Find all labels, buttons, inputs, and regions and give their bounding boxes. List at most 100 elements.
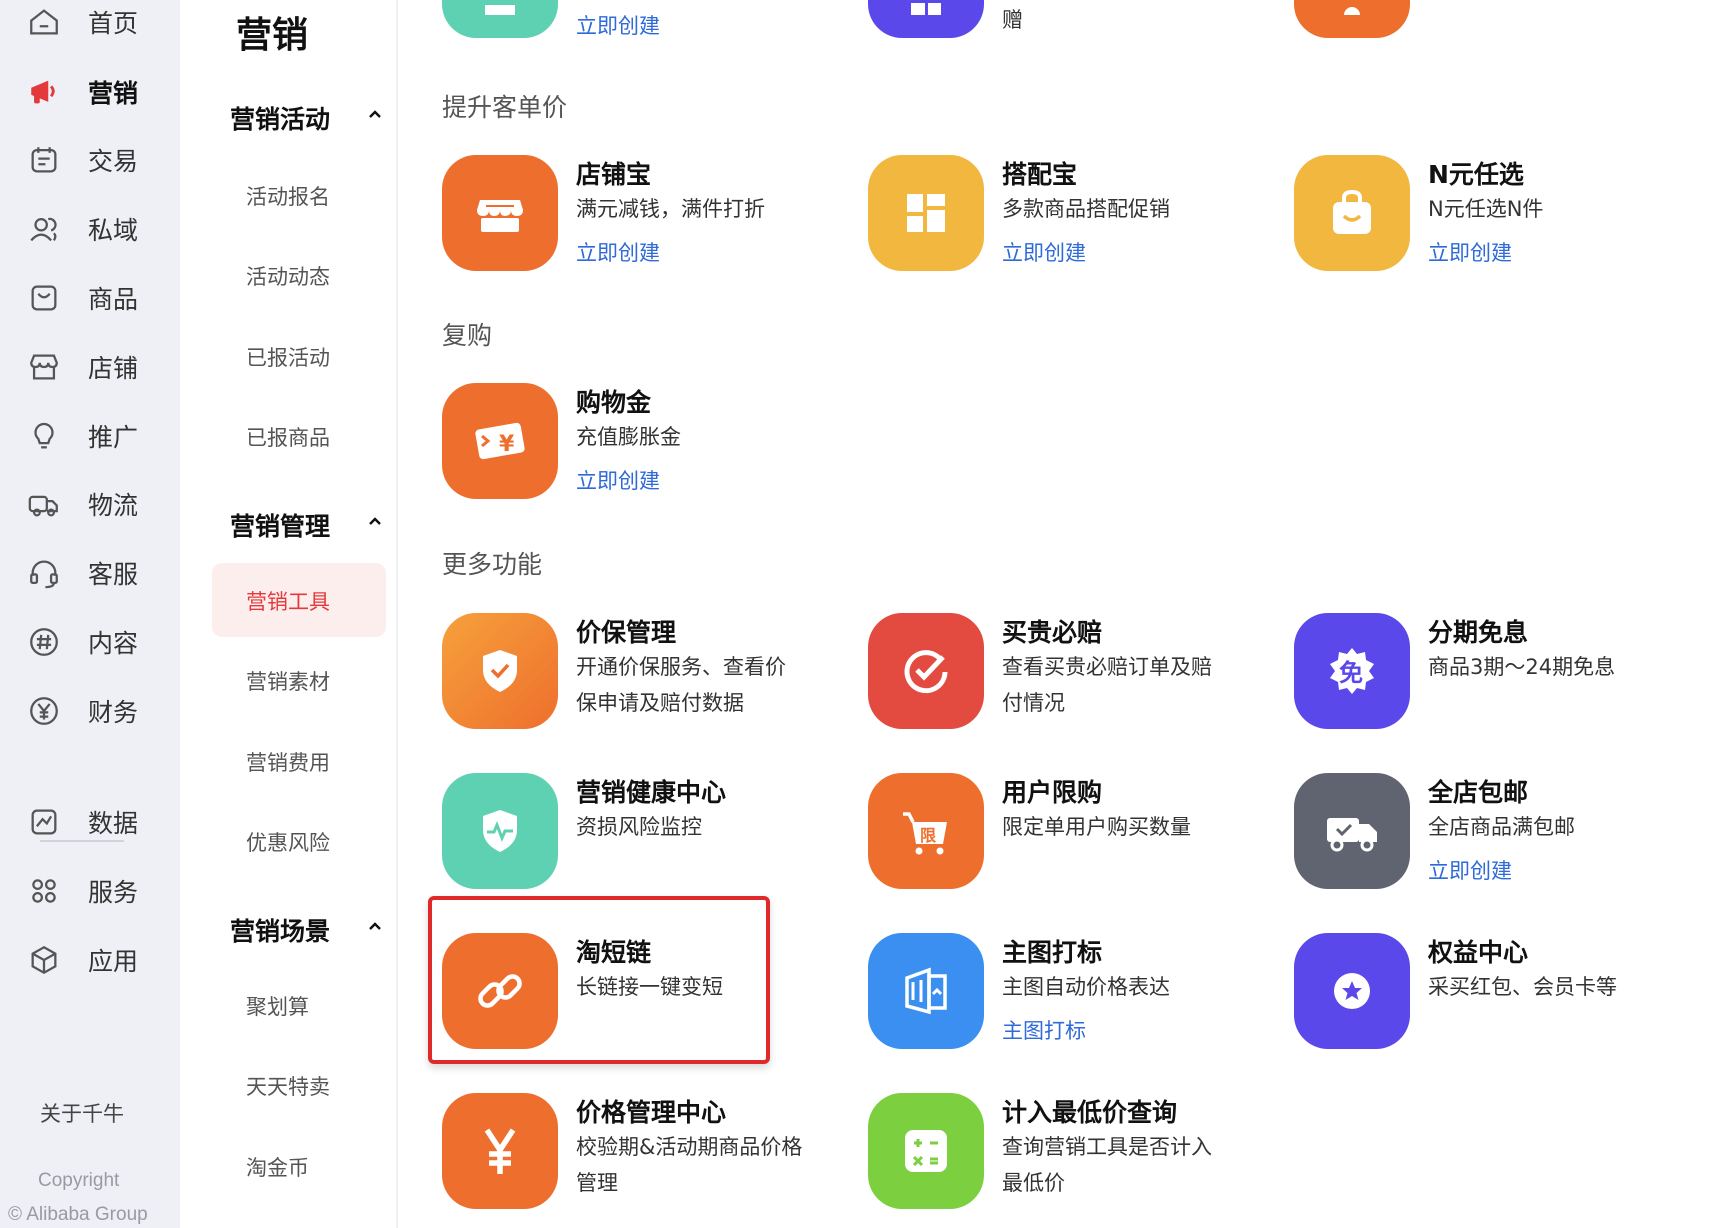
submenu-item-costs[interactable]: 营销费用 (246, 747, 330, 777)
tool-tile (1294, 0, 1410, 38)
submenu-item-joined-goods[interactable]: 已报商品 (246, 422, 330, 452)
star-badge-icon (1334, 973, 1370, 1009)
tool-tile (442, 0, 558, 38)
tool-card-nyuan[interactable]: N元任选 N元任选N件 立即创建 (1294, 155, 1714, 275)
submenu-item-signup[interactable]: 活动报名 (246, 181, 330, 211)
submenu-item-tiantian[interactable]: 天天特卖 (246, 1071, 330, 1101)
coupon-icon (1344, 7, 1360, 15)
nav-item-marketing[interactable]: 营销 (0, 62, 180, 122)
nav-label: 首页 (88, 9, 139, 38)
tool-card-zhutu[interactable]: 主图打标 主图自动价格表达 主图打标 (868, 933, 1288, 1053)
nav-item-home[interactable]: 首页 (0, 0, 180, 52)
submenu-item-juhuasuan[interactable]: 聚划算 (246, 991, 309, 1021)
tool-card-gouwujin[interactable]: ¥ 购物金 充值膨胀金 立即创建 (442, 383, 862, 503)
tool-tile (868, 155, 984, 271)
tool-card-dianpubao[interactable]: 店铺宝 满元减钱，满件打折 立即创建 (442, 155, 862, 275)
shopping-bag-icon (1333, 189, 1371, 234)
secondary-nav: 营销 营销活动 活动报名 活动动态 已报活动 已报商品 营销管理 营销工具 营销… (180, 0, 398, 1228)
tool-card-duanlian[interactable]: 淘短链 长链接一键变短 (442, 933, 862, 1053)
tool-card-quanyi[interactable]: 权益中心 采买红包、会员卡等 (1294, 933, 1714, 1053)
shield-check-icon (483, 650, 517, 692)
submenu-item-marketing-tools[interactable]: 营销工具 (246, 586, 330, 616)
tool-card-zuidi[interactable]: 计入最低价查询 查询营销工具是否计入最低价 (868, 1093, 1288, 1213)
tool-card-jiankang[interactable]: 营销健康中心 资损风险监控 (442, 773, 862, 893)
create-link[interactable]: 立即创建 (576, 237, 660, 267)
tool-tile (442, 613, 558, 729)
submenu-item-materials[interactable]: 营销素材 (246, 666, 330, 696)
svg-text:免: 免 (1339, 659, 1363, 687)
grid-icon (26, 873, 62, 909)
nav-item-trade[interactable]: 交易 (0, 130, 180, 190)
submenu-item-activity-news[interactable]: 活动动态 (246, 261, 330, 291)
nav-label: 交易 (88, 147, 139, 176)
tool-desc: 多款商品搭配促销 (1002, 197, 1170, 221)
tool-name: 买贵必赔 (1002, 618, 1103, 647)
create-link[interactable]: 立即创建 (576, 465, 660, 495)
chevron-up-icon[interactable] (366, 512, 384, 530)
tool-card-jiabao[interactable]: 价保管理 开通价保服务、查看价保申请及赔付数据 (442, 613, 862, 733)
tool-desc: 满元减钱，满件打折 (576, 197, 765, 221)
submenu-item-joined-activities[interactable]: 已报活动 (246, 342, 330, 372)
tool-tile (1294, 155, 1410, 271)
svg-text:¥: ¥ (499, 432, 515, 457)
users-icon (26, 211, 62, 247)
submenu-group-activities[interactable]: 营销活动 (230, 100, 330, 136)
submenu-group-management[interactable]: 营销管理 (230, 507, 330, 543)
tool-desc: 开通价保服务、查看价保申请及赔付数据 (576, 655, 786, 715)
nav-item-promotion[interactable]: 推广 (0, 406, 180, 466)
tool-card-partial-2[interactable]: 赠 (868, 0, 1288, 42)
nav-item-finance[interactable]: 财务 (0, 681, 180, 741)
submenu-group-scenes[interactable]: 营销场景 (230, 912, 330, 948)
main-content: 立即创建 赠 提升客单价 店铺宝 满元减钱，满件打折 立即创建 搭配宝 多款商品… (400, 0, 1720, 1228)
tool-tile: 限 (868, 773, 984, 889)
store-icon (477, 200, 523, 232)
nav-label: 推广 (88, 423, 139, 452)
tool-card-xiangou[interactable]: 限 用户限购 限定单用户购买数量 (868, 773, 1288, 893)
tool-card-fenqi[interactable]: 免 分期免息 商品3期～24期免息 (1294, 613, 1714, 733)
tool-name: 价格管理中心 (576, 1098, 727, 1127)
svg-text:限: 限 (920, 826, 937, 845)
submenu-item-discount-risk[interactable]: 优惠风险 (246, 827, 330, 857)
create-link[interactable]: 立即创建 (1428, 237, 1512, 267)
nav-label: 商品 (88, 285, 139, 314)
chevron-up-icon[interactable] (366, 917, 384, 935)
tool-tile: ¥ (442, 383, 558, 499)
headset-icon (26, 555, 62, 591)
nav-label: 店铺 (88, 354, 139, 383)
create-link[interactable]: 立即创建 (576, 10, 660, 40)
tool-name: N元任选 (1428, 160, 1524, 189)
nav-item-content[interactable]: 内容 (0, 612, 180, 672)
nav-item-goods[interactable]: 商品 (0, 268, 180, 328)
nav-item-service[interactable]: 客服 (0, 543, 180, 603)
submenu-item-taojinbi[interactable]: 淘金币 (246, 1152, 309, 1182)
nav-item-apps[interactable]: 应用 (0, 930, 180, 990)
section-title-repurchase: 复购 (442, 321, 493, 350)
zhutu-link[interactable]: 主图打标 (1002, 1015, 1086, 1045)
tool-card-dapeibao[interactable]: 搭配宝 多款商品搭配促销 立即创建 (868, 155, 1288, 275)
chevron-up-icon[interactable] (366, 105, 384, 123)
create-link[interactable]: 立即创建 (1428, 855, 1512, 885)
tool-card-partial-1[interactable]: 立即创建 (442, 0, 862, 42)
create-link[interactable]: 立即创建 (1002, 237, 1086, 267)
nav-item-services[interactable]: 服务 (0, 861, 180, 921)
tool-card-jiage[interactable]: 价格管理中心 校验期&活动期商品价格管理 (442, 1093, 862, 1213)
nav-item-private[interactable]: 私域 (0, 199, 180, 259)
tool-card-partial-3[interactable] (1294, 0, 1714, 42)
tool-desc-partial: 赠 (1002, 8, 1023, 32)
about-link[interactable]: 关于千牛 (40, 1098, 124, 1128)
nav-item-logistics[interactable]: 物流 (0, 474, 180, 534)
tool-desc: 校验期&活动期商品价格管理 (576, 1135, 803, 1195)
bag-icon (26, 280, 62, 316)
store-icon (26, 349, 62, 385)
tool-desc: 限定单用户购买数量 (1002, 815, 1191, 839)
nav-item-data[interactable]: 数据 (0, 792, 180, 852)
tool-card-baoyou[interactable]: 全店包邮 全店商品满包邮 立即创建 (1294, 773, 1714, 893)
tool-tile (442, 155, 558, 271)
nav-label: 服务 (88, 878, 139, 907)
nav-item-store[interactable]: 店铺 (0, 337, 180, 397)
tool-card-maigui[interactable]: 买贵必赔 查看买贵必赔订单及赔付情况 (868, 613, 1288, 733)
nav-label: 应用 (88, 947, 139, 976)
tool-desc: 采买红包、会员卡等 (1428, 975, 1617, 999)
delivery-truck-icon (1327, 818, 1377, 852)
tool-name: 价保管理 (576, 618, 677, 647)
